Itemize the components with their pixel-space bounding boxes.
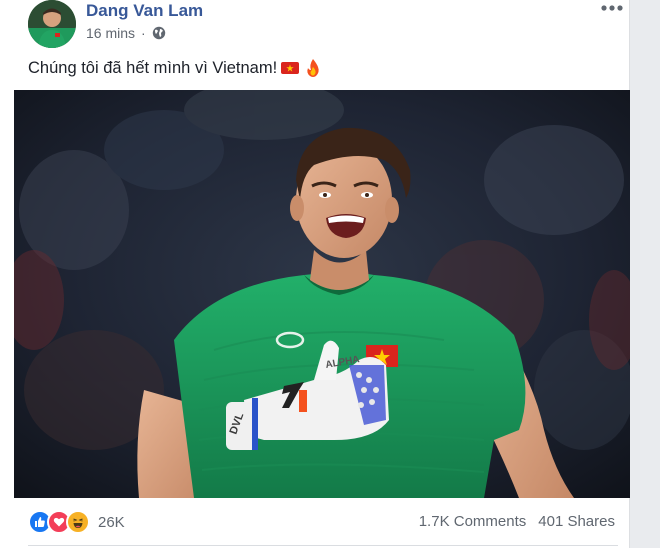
haha-icon — [66, 510, 90, 534]
post-stats: 1.7K Comments 401 Shares — [419, 513, 615, 530]
more-options-icon[interactable] — [600, 0, 624, 16]
globe-icon[interactable] — [152, 26, 166, 40]
author-name[interactable]: Dang Van Lam — [86, 1, 203, 21]
reactions-summary[interactable]: 26K — [28, 510, 125, 534]
post-card: Dang Van Lam 16 mins · Chúng tôi đã hết … — [0, 0, 630, 548]
post-text: Chúng tôi đã hết mình vì Vietnam! — [28, 58, 323, 78]
comments-count[interactable]: 1.7K Comments — [419, 513, 527, 530]
post-message: Chúng tôi đã hết mình vì Vietnam! — [28, 58, 278, 77]
footer-divider — [28, 545, 618, 546]
page-background — [630, 0, 660, 548]
meta-separator: · — [141, 25, 146, 41]
post-meta: 16 mins · — [86, 25, 166, 41]
avatar[interactable] — [28, 0, 76, 48]
post-photo[interactable]: DVL ALPHA — [14, 90, 630, 498]
shares-count[interactable]: 401 Shares — [538, 513, 615, 530]
fire-icon — [303, 58, 323, 78]
post-time[interactable]: 16 mins — [86, 25, 135, 41]
vietnam-flag-icon — [280, 58, 300, 78]
reaction-count: 26K — [98, 513, 125, 531]
